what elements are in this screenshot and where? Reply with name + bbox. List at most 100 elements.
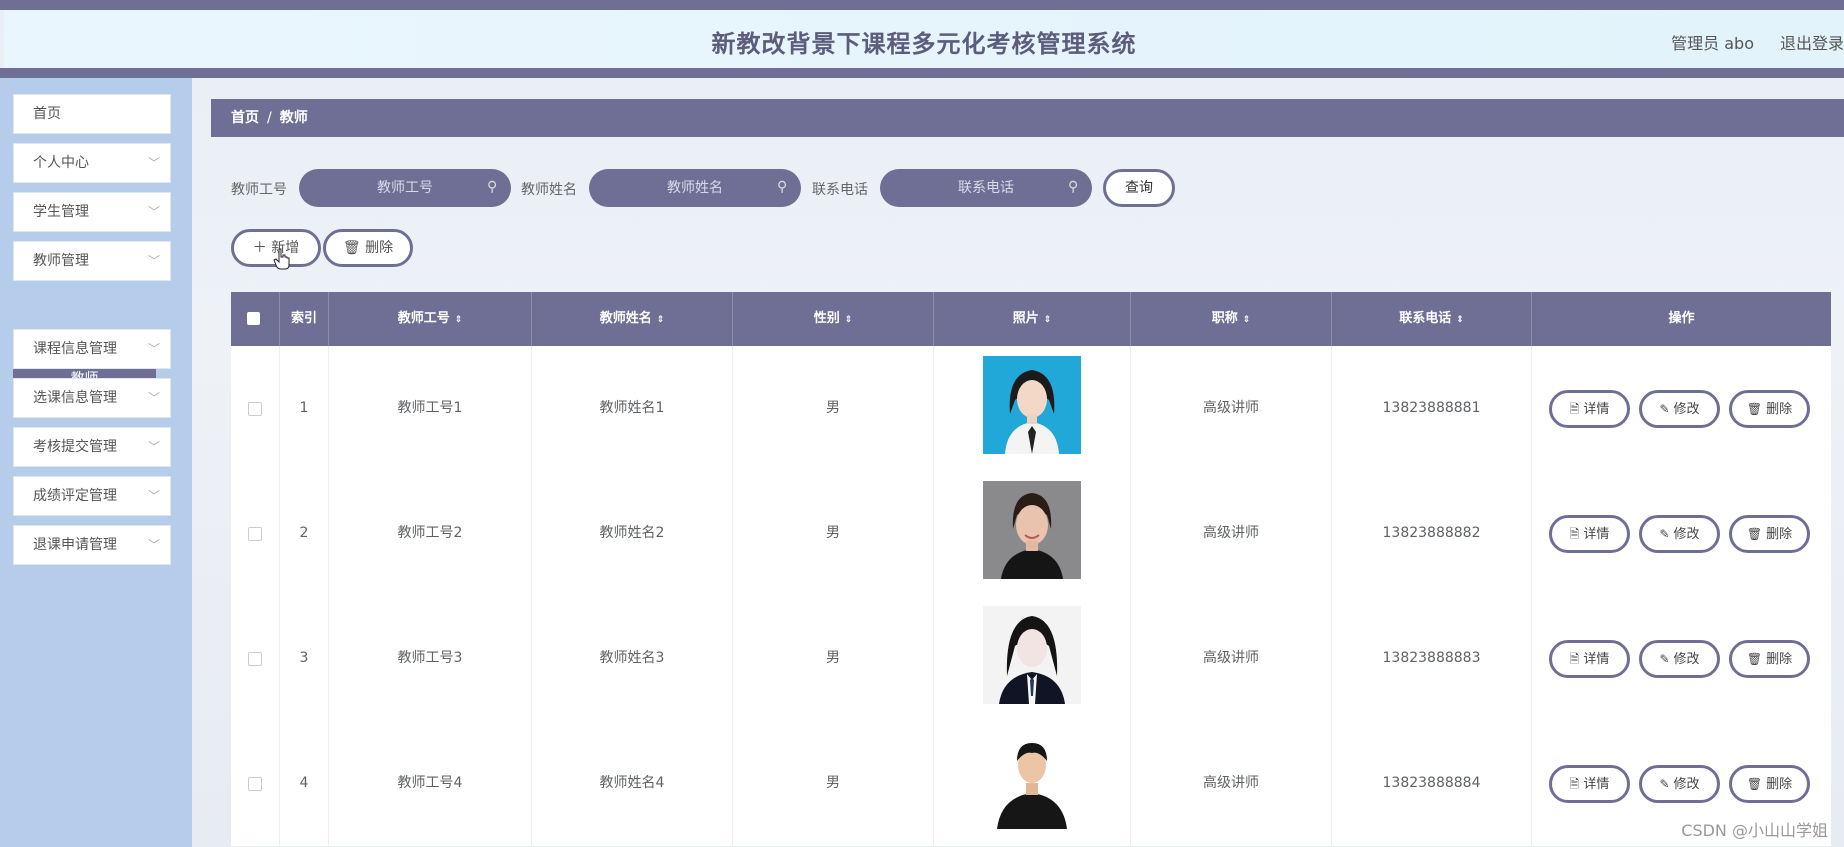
col-label: 职称: [1211, 311, 1238, 326]
chevron-down-icon: ﹀: [147, 440, 160, 454]
breadcrumb-current: 教师: [279, 110, 308, 126]
cell-index: 1: [280, 346, 329, 471]
row-checkbox[interactable]: [248, 527, 262, 541]
col-title[interactable]: 职称 ⇕: [1131, 292, 1332, 346]
cell-phone: 13823888881: [1332, 346, 1532, 471]
row-select-cell: [231, 471, 280, 596]
edit-button[interactable]: ✎ 修改: [1639, 765, 1720, 803]
search-icon: ⚲: [777, 179, 788, 195]
detail-label: 详情: [1583, 527, 1610, 542]
sidebar-item-enrollment[interactable]: 选课信息管理 ﹀: [13, 378, 171, 418]
teacher-photo[interactable]: [983, 606, 1081, 704]
col-gender[interactable]: 性别 ⇕: [733, 292, 934, 346]
main-content: 首页/教师 教师工号 ⚲ 教师姓名 ⚲ 联系电话 ⚲ 查询 ＋ 新增 🗑 删除 …: [192, 78, 1844, 847]
delete-button[interactable]: 🗑 删除: [1729, 765, 1810, 803]
chevron-down-icon: ﹀: [147, 391, 160, 405]
detail-button[interactable]: 🗎 详情: [1549, 390, 1630, 428]
detail-label: 详情: [1583, 777, 1610, 792]
sidebar-item-label: 退课申请管理: [33, 537, 117, 553]
delete-label: 删除: [1766, 402, 1793, 417]
trash-icon: 🗑: [1746, 402, 1763, 416]
document-icon: 🗎: [1569, 402, 1580, 416]
breadcrumb: 首页 / 教师: [211, 99, 1844, 137]
col-name[interactable]: 教师姓名 ⇕: [532, 292, 733, 346]
sidebar-item-profile[interactable]: 个人中心 ﹀: [13, 143, 171, 183]
teacher-photo[interactable]: [983, 731, 1081, 829]
cell-name: 教师姓名3: [532, 596, 733, 721]
sidebar-item-teachers[interactable]: 教师管理 ﹀: [13, 241, 171, 281]
sidebar-item-home[interactable]: 首页: [13, 94, 171, 134]
trash-icon: 🗑: [342, 240, 366, 256]
col-photo[interactable]: 照片 ⇕: [934, 292, 1131, 346]
search-label-phone: 联系电话: [812, 182, 868, 198]
col-phone[interactable]: 联系电话 ⇕: [1332, 292, 1532, 346]
teacher-photo[interactable]: [983, 356, 1081, 454]
sidebar-item-label: 课程信息管理: [33, 341, 117, 357]
col-label: 联系电话: [1399, 311, 1452, 326]
delete-button[interactable]: 🗑 删除: [1729, 515, 1810, 553]
chevron-down-icon: ﹀: [147, 254, 160, 268]
app-title: 新教改背景下课程多元化考核管理系统: [711, 30, 1137, 58]
cell-title: 高级讲师: [1131, 471, 1332, 596]
detail-button[interactable]: 🗎 详情: [1549, 515, 1630, 553]
delete-label: 删除: [1766, 527, 1793, 542]
search-input-phone[interactable]: [880, 169, 1092, 207]
edit-button[interactable]: ✎ 修改: [1639, 390, 1720, 428]
detail-button[interactable]: 🗎 详情: [1549, 640, 1630, 678]
edit-button[interactable]: ✎ 修改: [1639, 515, 1720, 553]
logout-link[interactable]: 退出登录: [1780, 30, 1844, 54]
chevron-down-icon: ﹀: [147, 538, 160, 552]
delete-button[interactable]: 🗑 删除: [1729, 390, 1810, 428]
search-input-name[interactable]: [589, 169, 801, 207]
breadcrumb-separator: /: [267, 110, 272, 126]
sidebar-item-withdrawal[interactable]: 退课申请管理 ﹀: [13, 525, 171, 565]
select-all-cell: [231, 292, 280, 346]
plus-icon: ＋: [252, 240, 272, 256]
document-icon: 🗎: [1569, 527, 1580, 541]
cell-id: 教师工号2: [329, 471, 532, 596]
sidebar-item-grading[interactable]: 成绩评定管理 ﹀: [13, 476, 171, 516]
search-label-name: 教师姓名: [521, 182, 577, 198]
sidebar: 首页 个人中心﹀ 学生管理﹀ 教师管理﹀ 教师 课程信息管理﹀ 选课信息管理﹀ …: [0, 78, 192, 847]
cell-ops: 🗎 详情 ✎ 修改 🗑 删除: [1532, 471, 1831, 596]
edit-icon: ✎: [1659, 402, 1670, 416]
table-header: 索引 教师工号 ⇕ 教师姓名 ⇕ 性别 ⇕ 照片 ⇕ 职称 ⇕ 联系电话 ⇕ 操作: [231, 292, 1831, 346]
chevron-down-icon: ﹀: [147, 342, 160, 356]
select-all-checkbox[interactable]: [247, 312, 260, 325]
delete-button[interactable]: 🗑 删除: [1729, 640, 1810, 678]
search-input-id[interactable]: [299, 169, 511, 207]
query-button[interactable]: 查询: [1103, 169, 1175, 207]
row-checkbox[interactable]: [248, 402, 262, 416]
trash-icon: 🗑: [1746, 777, 1763, 791]
col-label: 性别: [813, 311, 840, 326]
cell-phone: 13823888882: [1332, 471, 1532, 596]
sidebar-item-assessment[interactable]: 考核提交管理 ﹀: [13, 427, 171, 467]
row-select-cell: [231, 721, 280, 846]
teacher-photo[interactable]: [983, 481, 1081, 579]
detail-button[interactable]: 🗎 详情: [1549, 765, 1630, 803]
cell-index: 3: [280, 596, 329, 721]
sidebar-item-label: 成绩评定管理: [33, 488, 117, 504]
search-label-id: 教师工号: [231, 182, 287, 198]
sort-icon: ⇕: [1043, 315, 1052, 325]
cell-gender: 男: [733, 346, 934, 471]
sidebar-item-label: 首页: [33, 106, 61, 122]
header-divider: [0, 68, 1844, 78]
col-label: 教师工号: [397, 311, 450, 326]
cell-ops: 🗎 详情 ✎ 修改 🗑 删除: [1532, 346, 1831, 471]
trash-icon: 🗑: [1746, 652, 1763, 666]
row-checkbox[interactable]: [248, 777, 262, 791]
col-index: 索引: [280, 292, 329, 346]
col-id[interactable]: 教师工号 ⇕: [329, 292, 532, 346]
sidebar-item-courses[interactable]: 课程信息管理 ﹀: [13, 329, 171, 369]
chevron-down-icon: ﹀: [147, 156, 160, 170]
batch-delete-button[interactable]: 🗑 删除: [323, 229, 413, 267]
col-label: 操作: [1668, 311, 1695, 326]
table-row: 1 教师工号1 教师姓名1 男 高级讲师 13823888881 🗎 详情 ✎ 修改: [231, 346, 1831, 472]
sidebar-item-students[interactable]: 学生管理 ﹀: [13, 192, 171, 232]
breadcrumb-home[interactable]: 首页: [231, 110, 259, 126]
sidebar-item-label: 教师管理: [33, 253, 89, 269]
user-name: 管理员 abo: [1671, 34, 1754, 53]
edit-button[interactable]: ✎ 修改: [1639, 640, 1720, 678]
row-checkbox[interactable]: [248, 652, 262, 666]
